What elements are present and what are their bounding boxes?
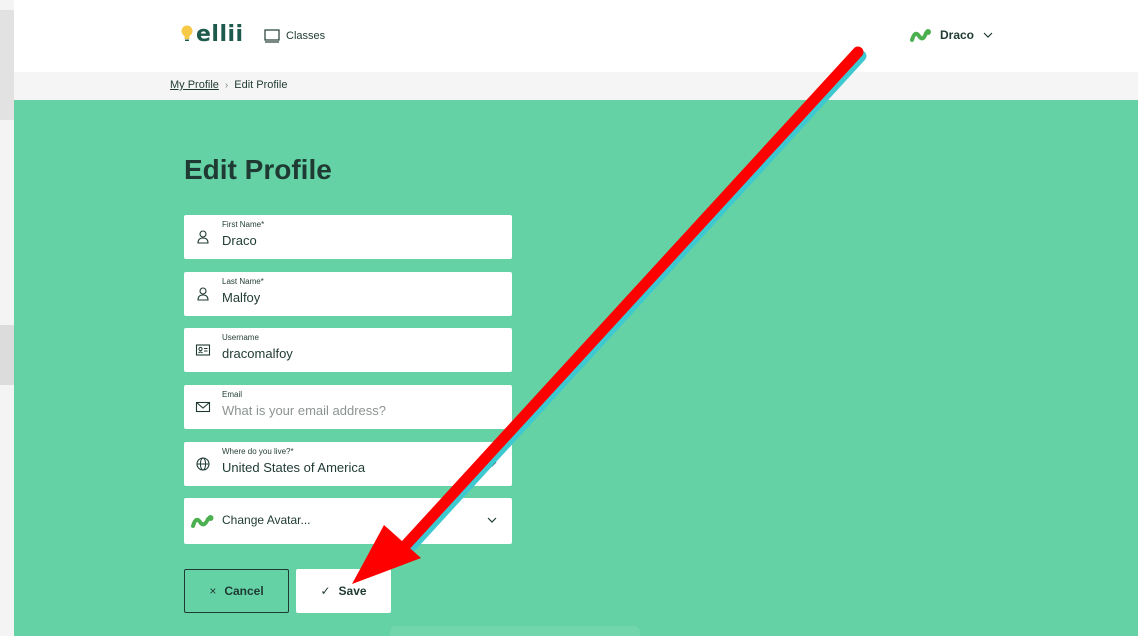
breadcrumb-separator: ›	[224, 79, 229, 91]
edge-shade-middle	[0, 325, 14, 385]
breadcrumb-my-profile-link[interactable]: My Profile	[170, 79, 219, 91]
first-name-value[interactable]: Draco	[222, 233, 257, 248]
save-button-label: Save	[338, 584, 367, 598]
country-select[interactable]: Where do you live?* United States of Ame…	[184, 442, 512, 486]
breadcrumb: My Profile › Edit Profile	[170, 79, 287, 91]
close-icon: ×	[209, 584, 217, 598]
chevron-down-icon	[983, 32, 993, 38]
breadcrumb-current: Edit Profile	[234, 79, 288, 91]
cancel-button-label: Cancel	[224, 584, 264, 598]
username-field[interactable]: Username dracomalfoy	[184, 328, 512, 372]
nav-classes-label: Classes	[286, 30, 326, 42]
email-placeholder[interactable]: What is your email address?	[222, 403, 386, 418]
ellii-logo[interactable]: ellii	[180, 22, 244, 47]
last-name-label: Last Name*	[222, 277, 264, 286]
email-field[interactable]: Email What is your email address?	[184, 385, 512, 429]
first-name-label: First Name*	[222, 220, 265, 229]
username-label: Username	[222, 333, 259, 342]
breadcrumb-bar: My Profile › Edit Profile	[14, 72, 1138, 100]
page-title: Edit Profile	[184, 154, 332, 185]
monitor-icon	[264, 29, 280, 43]
chevron-down-icon[interactable]	[486, 514, 498, 526]
chevron-down-icon[interactable]	[486, 458, 498, 470]
lightbulb-icon	[181, 25, 193, 41]
bottom-scroll-shadow	[390, 626, 640, 636]
cancel-button[interactable]: × Cancel	[184, 569, 289, 613]
user-menu-button[interactable]: Draco	[910, 26, 994, 44]
country-label: Where do you live?*	[222, 447, 294, 456]
username-value[interactable]: dracomalfoy	[222, 346, 293, 361]
nav-classes-link[interactable]: Classes	[264, 29, 325, 43]
person-icon	[197, 230, 209, 244]
change-avatar-label: Change Avatar...	[222, 513, 311, 527]
last-name-field[interactable]: Last Name* Malfoy	[184, 272, 512, 316]
checkmark-icon: ✓	[320, 584, 331, 598]
change-avatar-select[interactable]: Change Avatar...	[184, 498, 512, 544]
green-worm-avatar-icon	[910, 29, 931, 42]
globe-icon	[196, 457, 210, 471]
country-value: United States of America	[222, 460, 366, 475]
envelope-icon	[195, 401, 211, 413]
user-name: Draco	[940, 28, 975, 42]
logo-text: ellii	[196, 22, 244, 47]
top-navigation-bar: ellii Classes Draco	[14, 0, 1138, 72]
last-name-value[interactable]: Malfoy	[222, 290, 260, 305]
left-edge-strip	[0, 0, 14, 636]
id-card-icon	[195, 344, 211, 356]
green-worm-avatar-icon	[191, 515, 214, 528]
first-name-field[interactable]: First Name* Draco	[184, 215, 512, 259]
main-content: Edit Profile First Name* Draco Last Name…	[14, 100, 1138, 636]
edge-shade-top	[0, 10, 14, 120]
person-icon	[197, 287, 209, 301]
email-label: Email	[222, 390, 243, 399]
save-button[interactable]: ✓ Save	[296, 569, 391, 613]
